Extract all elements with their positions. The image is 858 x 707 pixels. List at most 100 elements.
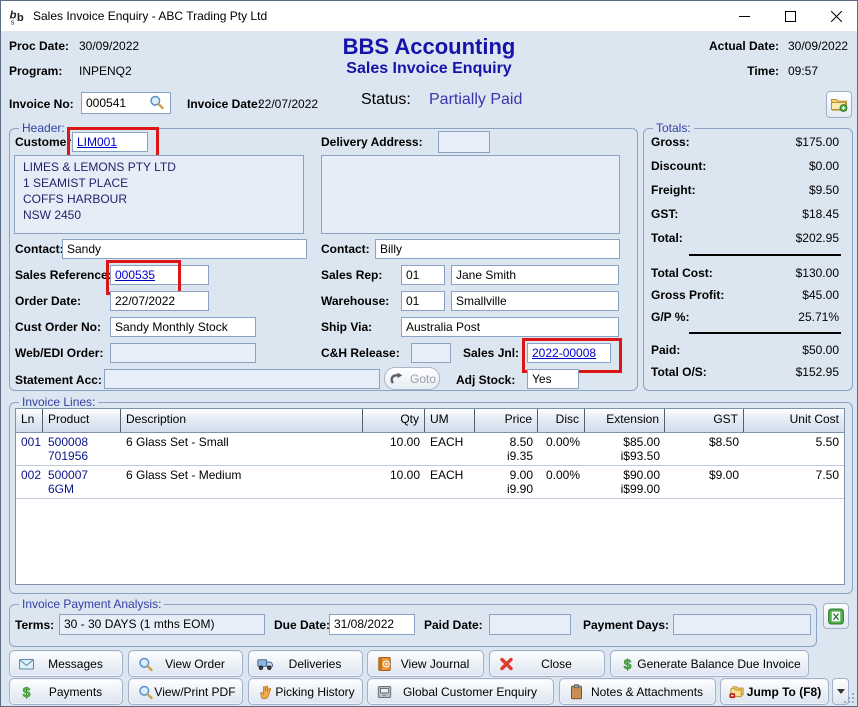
export-excel-button[interactable] <box>823 603 849 629</box>
invoice-line-row-1[interactable]: 001 500008701956 6 Glass Set - Small 10.… <box>16 433 844 466</box>
close-x-icon <box>498 656 515 672</box>
picking-history-button[interactable]: Picking History <box>248 678 363 705</box>
view-order-button-label: View Order <box>154 657 236 671</box>
minimize-icon <box>739 11 750 22</box>
actual-date-label: Actual Date: <box>661 39 779 53</box>
cell-ln: 001 <box>16 435 43 463</box>
delivery-address-code-field[interactable] <box>438 131 490 153</box>
view-print-pdf-button-label: View/Print PDF <box>154 685 236 699</box>
invoice-lines-table: Ln Product Description Qty UM Price Disc… <box>15 408 845 585</box>
ch-release-field[interactable] <box>411 343 451 363</box>
search-icon <box>148 94 165 110</box>
statement-acc-label: Statement Acc: <box>15 373 102 387</box>
invoice-lines-legend: Invoice Lines: <box>19 395 98 409</box>
invoice-no-label: Invoice No: <box>9 97 74 111</box>
web-edi-order-field[interactable] <box>110 343 256 363</box>
discount-value: $0.00 <box>651 159 839 173</box>
open-folder-button[interactable] <box>826 91 852 118</box>
goto-button-label: Goto <box>410 372 436 386</box>
invoice-line-row-2[interactable]: 002 5000076GM 6 Glass Set - Medium 10.00… <box>16 466 844 499</box>
paid-date-label: Paid Date: <box>424 618 483 632</box>
paid-date-field[interactable] <box>489 614 571 635</box>
sales-jnl-link[interactable]: 2022-00008 <box>532 346 596 360</box>
dollar-icon: $ <box>619 656 636 672</box>
col-header-qty: Qty <box>363 409 425 432</box>
cell-gst: $8.50 <box>665 435 744 463</box>
notes-attachments-button-label: Notes & Attachments <box>585 685 709 699</box>
clipboard-icon <box>568 684 585 700</box>
col-header-price: Price <box>475 409 538 432</box>
truck-icon <box>257 656 274 672</box>
cell-qty: 10.00 <box>363 435 425 463</box>
maximize-button[interactable] <box>767 1 813 31</box>
close-form-button-label: Close <box>515 657 598 671</box>
ship-via-field[interactable]: Australia Post <box>401 317 619 337</box>
sales-reference-link[interactable]: 000535 <box>115 268 155 282</box>
hand-icon <box>257 684 274 700</box>
order-date-label: Order Date: <box>15 294 81 308</box>
svg-text:$: $ <box>624 656 632 672</box>
delivery-address-label: Delivery Address: <box>321 135 423 149</box>
generate-balance-due-invoice-button[interactable]: $ Generate Balance Due Invoice <box>610 650 809 677</box>
deliveries-button[interactable]: Deliveries <box>248 650 363 677</box>
svg-text:$: $ <box>23 684 31 700</box>
jump-to-button-label: Jump To (F8) <box>746 685 822 699</box>
deliveries-button-label: Deliveries <box>274 657 356 671</box>
gst-value: $18.45 <box>651 207 839 221</box>
header-group-legend: Header: <box>19 121 68 135</box>
contact-field[interactable]: Sandy <box>62 239 307 259</box>
resize-grip[interactable] <box>843 692 855 704</box>
cell-um: EACH <box>425 435 475 463</box>
sales-rep-code-field[interactable]: 01 <box>401 265 445 285</box>
ch-release-label: C&H Release: <box>321 346 400 360</box>
close-button[interactable] <box>813 1 858 31</box>
adj-stock-field[interactable]: Yes <box>527 369 579 389</box>
view-order-button[interactable]: View Order <box>128 650 243 677</box>
sales-jnl-field[interactable]: 2022-00008 <box>527 343 611 363</box>
title-bar: bbs Sales Invoice Enquiry - ABC Trading … <box>1 1 857 31</box>
invoice-no-search-button[interactable] <box>148 94 165 115</box>
col-header-disc: Disc <box>538 409 585 432</box>
close-form-button[interactable]: Close <box>489 650 605 677</box>
delivery-address-box[interactable] <box>321 155 620 234</box>
cust-order-no-field[interactable]: Sandy Monthly Stock <box>110 317 256 337</box>
invoice-date-label: Invoice Date: <box>187 97 262 111</box>
view-print-pdf-button[interactable]: View/Print PDF <box>128 678 243 705</box>
freight-value: $9.50 <box>651 183 839 197</box>
delivery-contact-field[interactable]: Billy <box>375 239 620 259</box>
app-window: bbs Sales Invoice Enquiry - ABC Trading … <box>0 0 858 707</box>
jump-to-button[interactable]: Jump To (F8) <box>720 678 829 705</box>
terms-field[interactable]: 30 - 30 DAYS (1 mths EOM) <box>59 614 265 635</box>
customer-code-link[interactable]: LIM001 <box>77 135 117 149</box>
terminal-icon <box>376 684 393 700</box>
folder-add-icon <box>830 96 848 113</box>
statement-acc-field[interactable] <box>104 369 380 389</box>
payments-button-label: Payments <box>35 685 116 699</box>
notes-attachments-button[interactable]: Notes & Attachments <box>559 678 716 705</box>
sales-rep-name-field[interactable]: Jane Smith <box>451 265 619 285</box>
col-header-product: Product <box>43 409 121 432</box>
warehouse-name-field[interactable]: Smallville <box>451 291 619 311</box>
order-date-field[interactable]: 22/07/2022 <box>110 291 209 311</box>
messages-button[interactable]: Messages <box>9 650 123 677</box>
col-header-ln: Ln <box>16 409 43 432</box>
payment-days-field[interactable] <box>673 614 811 635</box>
gross-profit-value: $45.00 <box>651 288 839 302</box>
sales-reference-field[interactable]: 000535 <box>110 265 209 285</box>
cell-gst: $9.00 <box>665 468 744 496</box>
due-date-field[interactable]: 31/08/2022 <box>329 614 415 635</box>
minimize-button[interactable] <box>721 1 767 31</box>
cell-product: 5000076GM <box>43 468 121 496</box>
customer-code-field[interactable]: LIM001 <box>72 132 148 152</box>
global-customer-enquiry-button[interactable]: Global Customer Enquiry <box>367 678 554 705</box>
totals-separator-1 <box>689 254 841 256</box>
view-journal-button[interactable]: View Journal <box>367 650 484 677</box>
envelope-icon <box>18 656 35 672</box>
gp-percent-value: 25.71% <box>651 310 839 324</box>
totals-group-legend: Totals: <box>653 121 694 135</box>
cell-unit-cost: 5.50 <box>744 435 844 463</box>
goto-button[interactable]: Goto <box>384 367 440 390</box>
payments-button[interactable]: $ Payments <box>9 678 123 705</box>
warehouse-code-field[interactable]: 01 <box>401 291 445 311</box>
customer-address-box[interactable]: LIMES & LEMONS PTY LTD 1 SEAMIST PLACE C… <box>14 155 304 234</box>
